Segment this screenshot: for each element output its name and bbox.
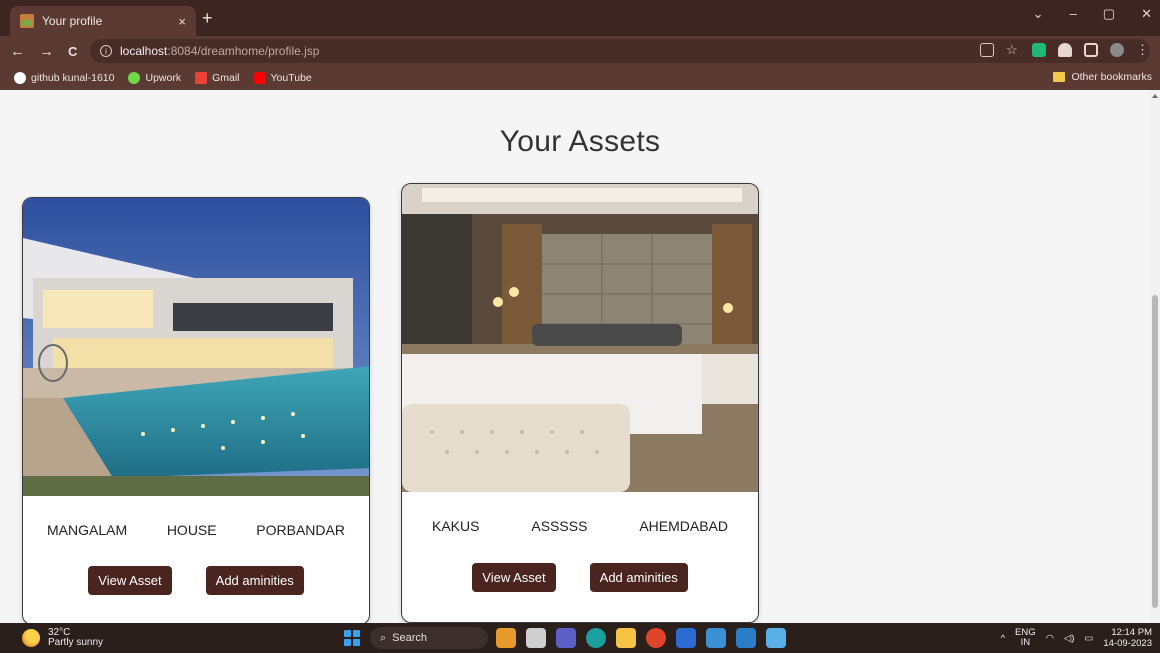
upwork-icon (128, 72, 141, 84)
close-window-button[interactable]: ✕ (1141, 6, 1152, 22)
minimize-button[interactable]: – (1070, 6, 1077, 22)
view-asset-button[interactable]: View Asset (472, 563, 556, 592)
page-scrollbar[interactable] (1150, 90, 1160, 623)
bookmark-label: YouTube (270, 72, 312, 84)
github-icon (14, 72, 26, 84)
site-info-icon[interactable]: i (100, 45, 112, 57)
url-path: :8084/dreamhome/profile.jsp (167, 44, 320, 58)
volume-icon[interactable]: ◁) (1064, 633, 1074, 644)
lang-region: IN (1020, 637, 1031, 648)
other-bookmarks-label: Other bookmarks (1071, 71, 1152, 83)
browser-tab-strip: Your profile × + ⌄ – ▢ ✕ (0, 0, 1160, 36)
maximize-button[interactable]: ▢ (1103, 6, 1115, 22)
language-indicator[interactable]: ENG IN (1015, 628, 1036, 648)
battery-icon[interactable]: ▭ (1084, 633, 1093, 644)
reload-button[interactable]: C (68, 44, 77, 59)
tray-chevron-icon[interactable]: ^ (1001, 633, 1005, 644)
search-icon: ⌕ (380, 631, 387, 644)
asset-card: KAKUS ASSSSS AHEMDABAD View Asset Add am… (401, 183, 759, 623)
bookmark-upwork[interactable]: Upwork (128, 72, 181, 84)
taskbar-apps (496, 628, 786, 648)
bookmark-gmail[interactable]: Gmail (195, 72, 240, 84)
image-app-icon[interactable] (766, 628, 786, 648)
page-favicon-icon (20, 14, 34, 28)
asset-info-row: MANGALAM HOUSE PORBANDAR (23, 522, 369, 538)
clock-time: 12:14 PM (1111, 627, 1152, 638)
asset-city: AHEMDABAD (639, 518, 728, 534)
edge-icon[interactable] (586, 628, 606, 648)
wifi-icon[interactable]: ◠ (1046, 633, 1054, 644)
asset-type: ASSSSS (531, 518, 588, 534)
profile-avatar-icon[interactable] (1110, 43, 1124, 57)
bookmark-github[interactable]: github kunal-1610 (14, 72, 114, 84)
windows-logo-icon (344, 630, 351, 637)
asset-photo-bedroom (402, 184, 758, 492)
youtube-icon (253, 72, 266, 84)
view-asset-button[interactable]: View Asset (88, 566, 172, 595)
window-controls: ⌄ – ▢ ✕ (1033, 6, 1152, 22)
asset-name: MANGALAM (47, 522, 128, 538)
back-button[interactable]: ← (10, 43, 25, 60)
asset-actions: View Asset Add aminities (23, 566, 369, 595)
widgets-app-icon[interactable] (496, 628, 516, 648)
start-button[interactable] (344, 630, 360, 646)
weather-condition: Partly sunny (48, 637, 104, 648)
extension-green-icon[interactable] (1032, 43, 1046, 57)
bookmark-label: Upwork (145, 72, 182, 84)
system-tray: ^ ENG IN ◠ ◁) ▭ 12:14 PM 14-09-2023 (1001, 627, 1152, 649)
forward-button[interactable]: → (39, 43, 54, 60)
bookmark-label: Gmail (212, 72, 240, 84)
partly-sunny-icon (22, 629, 40, 647)
asset-photo-villa (23, 198, 369, 496)
page-title: Your Assets (499, 125, 661, 158)
clock[interactable]: 12:14 PM 14-09-2023 (1103, 627, 1152, 649)
clock-date: 14-09-2023 (1103, 638, 1152, 649)
url-host: localhost (120, 44, 168, 58)
share-icon[interactable] (980, 43, 994, 57)
windows-taskbar: 32°C Partly sunny ⌕ Search ^ ENG IN ◠ ◁)… (0, 623, 1160, 653)
word-icon[interactable] (676, 628, 696, 648)
asset-actions: View Asset Add aminities (402, 563, 758, 592)
virtualbox-icon[interactable] (706, 628, 726, 648)
asset-city: PORBANDAR (256, 522, 345, 538)
bookmarks-bar: github kunal-1610 Upwork Gmail YouTube O… (0, 66, 1160, 90)
browser-tab[interactable]: Your profile × (10, 6, 196, 36)
new-tab-button[interactable]: + (202, 8, 213, 29)
bookmark-label: github kunal-1610 (31, 72, 115, 84)
page-content: Your Assets MANGALAM HOUSE PORBANDAR Vie… (0, 90, 1160, 623)
extensions-puzzle-icon[interactable] (1058, 43, 1072, 57)
netbeans-icon[interactable] (736, 628, 756, 648)
asset-info-row: KAKUS ASSSSS AHEMDABAD (402, 518, 758, 534)
scroll-up-arrow-icon[interactable] (1152, 94, 1158, 98)
other-bookmarks[interactable]: Other bookmarks (1053, 71, 1152, 83)
chrome-icon[interactable] (646, 628, 666, 648)
search-label: Search (392, 632, 428, 644)
taskbar-search[interactable]: ⌕ Search (370, 627, 488, 649)
tab-title: Your profile (42, 14, 103, 28)
bookmark-youtube[interactable]: YouTube (253, 72, 312, 84)
asset-type: HOUSE (166, 522, 217, 538)
side-panel-icon[interactable] (1084, 43, 1098, 57)
scrollbar-thumb[interactable] (1152, 295, 1158, 608)
tab-search-chevron-icon[interactable]: ⌄ (1033, 6, 1044, 22)
weather-widget[interactable]: 32°C Partly sunny (22, 628, 103, 648)
asset-card: MANGALAM HOUSE PORBANDAR View Asset Add … (22, 197, 370, 623)
teams-icon[interactable] (556, 628, 576, 648)
asset-name: KAKUS (432, 518, 480, 534)
browser-toolbar: ← → C i localhost :8084/dreamhome/profil… (0, 36, 1160, 66)
bookmark-star-icon[interactable]: ☆ (1006, 43, 1020, 57)
file-explorer-icon[interactable] (616, 628, 636, 648)
add-amenities-button[interactable]: Add aminities (589, 563, 688, 592)
add-amenities-button[interactable]: Add aminities (205, 566, 304, 595)
task-view-icon[interactable] (526, 628, 546, 648)
menu-kebab-icon[interactable]: ⋮ (1136, 43, 1150, 57)
gmail-icon (195, 72, 208, 84)
tab-close-icon[interactable]: × (178, 14, 186, 29)
folder-icon (1053, 72, 1066, 82)
toolbar-icons: ☆ ⋮ (980, 43, 1150, 57)
